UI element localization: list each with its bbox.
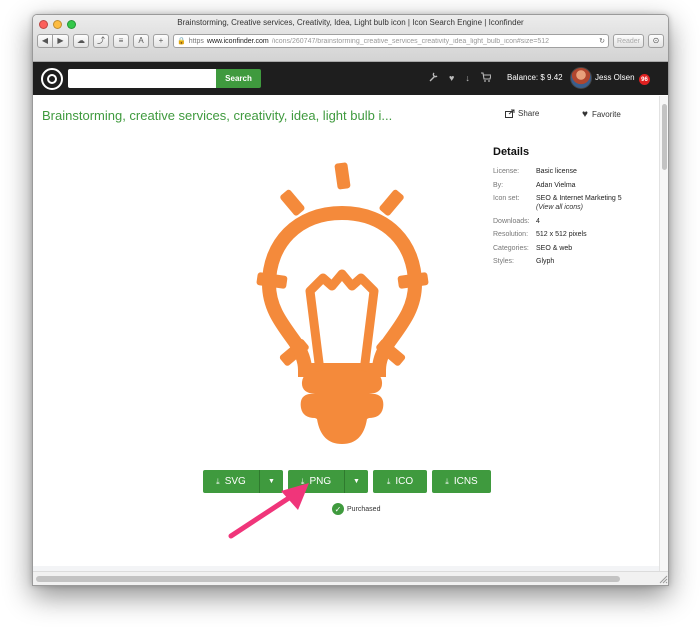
back-icon[interactable]: ◀: [37, 34, 53, 48]
horizontal-scrollbar[interactable]: [33, 571, 668, 585]
share-label: Share: [518, 109, 540, 118]
balance[interactable]: Balance: $ 9.42: [507, 73, 563, 82]
url-domain: www.iconfinder.com: [206, 37, 269, 45]
detail-row-downloads: Downloads: 4: [493, 217, 540, 225]
png-options-dropdown[interactable]: ▼: [344, 470, 368, 493]
avatar[interactable]: [570, 67, 592, 89]
favorite-label: Favorite: [591, 110, 621, 119]
resize-grip-icon[interactable]: [658, 574, 668, 584]
vertical-scroll-thumb[interactable]: [662, 104, 667, 170]
lock-icon: 🔒: [177, 38, 186, 45]
browser-window: Brainstorming, Creative services, Creati…: [32, 14, 669, 586]
heart-icon[interactable]: ♥: [449, 72, 454, 85]
detail-row-resolution: Resolution: 512 x 512 pixels: [493, 231, 587, 238]
download-icon: ⤓: [445, 476, 449, 486]
notification-badge[interactable]: 96: [639, 74, 650, 85]
detail-row-author: By: Adan Vielma: [493, 181, 576, 189]
browser-toolbar: ◀ ▶ ☁ ⤴ ≡ A + 🔒 https www.iconfinder.com…: [37, 32, 664, 50]
share-link[interactable]: Share: [505, 109, 539, 118]
download-icon: ⤓: [216, 476, 220, 486]
download-icon: ⤓: [386, 476, 391, 486]
ico-download-button[interactable]: ⤓ ICO: [373, 470, 427, 493]
light-bulb-icon: [256, 162, 429, 444]
favorite-link[interactable]: ♥ Favorite: [582, 109, 621, 120]
page-title: Brainstorming, creative services, creati…: [42, 108, 393, 123]
layers-icon[interactable]: ≡: [113, 34, 129, 48]
download-icon[interactable]: ↓: [465, 72, 470, 85]
share-icon: [505, 109, 515, 118]
title-bar: Brainstorming, Creative services, Creati…: [33, 15, 668, 62]
text-icon[interactable]: A: [133, 34, 149, 48]
wrench-icon[interactable]: [429, 72, 438, 85]
caret-down-icon: ▼: [353, 478, 360, 485]
download-icon[interactable]: ⊙: [648, 34, 664, 48]
search-input[interactable]: [68, 69, 216, 88]
share-icon[interactable]: ⤴: [93, 34, 109, 48]
url-scheme: https: [188, 37, 204, 45]
purchased-status: ✓ Purchased: [332, 503, 380, 515]
icns-download-button[interactable]: ⤓ ICNS: [432, 470, 491, 493]
forward-icon[interactable]: ▶: [53, 34, 69, 48]
username[interactable]: Jess Olsen: [595, 73, 635, 82]
site-navbar: Search ♥ ↓ Balance: $ 9.42 Jess Olsen 96: [33, 62, 668, 95]
search-button[interactable]: Search: [216, 69, 261, 88]
detail-row-categories: Categories: SEO & web: [493, 244, 573, 252]
details-panel: Details License: Basic license By: Adan …: [493, 146, 653, 271]
address-bar[interactable]: 🔒 https www.iconfinder.com /icons/260747…: [173, 34, 610, 48]
iconfinder-logo-icon[interactable]: [41, 68, 63, 90]
window-title: Brainstorming, Creative services, Creati…: [177, 18, 524, 27]
annotation-arrow: [228, 483, 309, 539]
main-content: Brainstorming, creative services, creati…: [33, 96, 661, 585]
icon-set-link[interactable]: SEO & Internet Marketing 5: [536, 195, 622, 202]
horizontal-scroll-thumb[interactable]: [36, 576, 620, 582]
url-path: /icons/260747/brainstorming_creative_ser…: [271, 37, 550, 45]
detail-row-license: License: Basic license: [493, 168, 577, 175]
nav-icons: ♥ ↓: [429, 72, 492, 85]
icloud-icon[interactable]: ☁: [73, 34, 89, 48]
heart-icon: ♥: [582, 109, 588, 120]
reload-icon[interactable]: ↻: [599, 37, 605, 45]
new-tab-icon[interactable]: +: [153, 34, 169, 48]
detail-row-styles: Styles: Glyph: [493, 258, 555, 265]
cart-icon[interactable]: [480, 72, 492, 85]
detail-row-icon-set: Icon set: SEO & Internet Marketing 5 (Vi…: [493, 195, 622, 212]
details-heading: Details: [493, 146, 530, 158]
checkmark-icon: ✓: [332, 503, 344, 515]
reader-button[interactable]: Reader: [613, 34, 644, 48]
vertical-scrollbar[interactable]: [659, 96, 668, 572]
view-all-icons-link[interactable]: (View all icons): [536, 203, 622, 212]
